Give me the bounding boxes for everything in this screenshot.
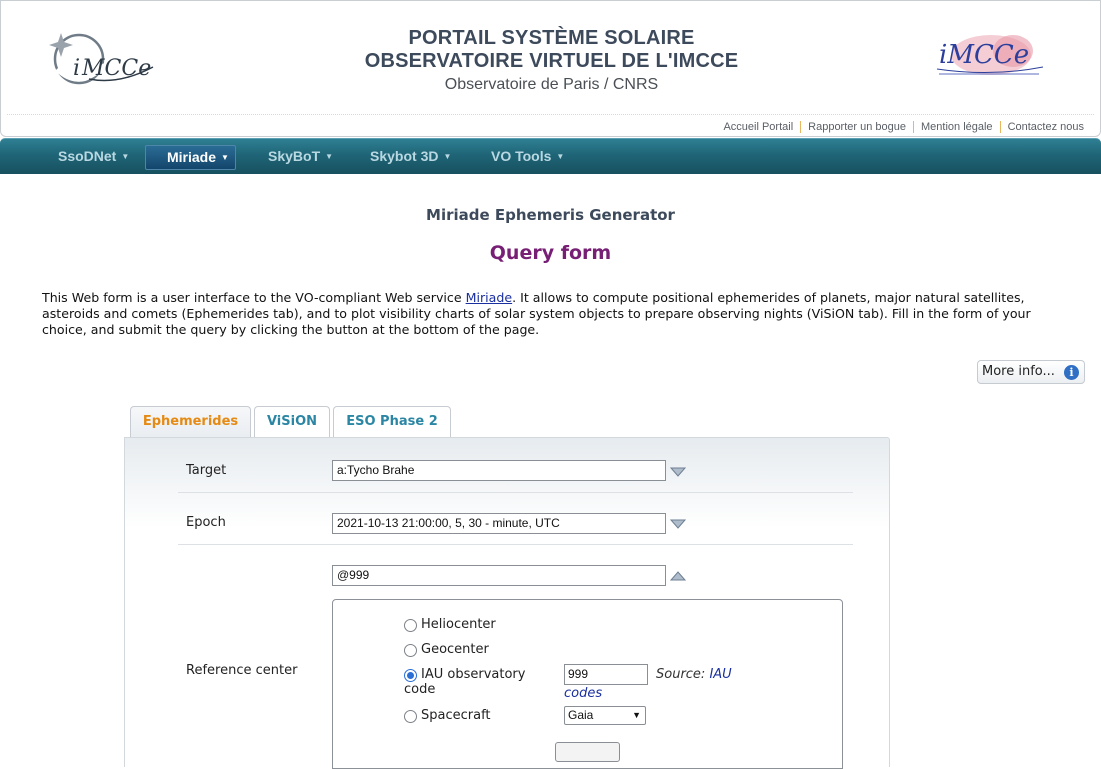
spacecraft-select[interactable]: Gaia ▼ — [564, 706, 646, 725]
header-divider — [7, 114, 1094, 116]
caret-down-icon: ▼ — [443, 152, 452, 161]
target-label: Target — [186, 463, 227, 478]
radio-geocenter[interactable]: Geocenter — [404, 642, 489, 657]
radio-button[interactable] — [404, 710, 417, 723]
main-navbar: SsoDNet ▼ Miriade ▼ SkyBoT ▼ Skybot 3D ▼ VO … — [0, 138, 1101, 174]
miriade-link[interactable]: Miriade — [466, 290, 513, 305]
iau-codes-link[interactable]: codes — [564, 686, 602, 701]
radio-label: IAU observatory code — [404, 667, 526, 697]
caret-down-icon: ▼ — [556, 152, 565, 161]
svg-text:iMCCe: iMCCe — [939, 40, 1029, 70]
radio-button[interactable] — [404, 644, 417, 657]
link-accueil-portail[interactable]: Accueil Portail — [716, 121, 800, 133]
radio-label: Heliocenter — [421, 617, 496, 632]
caret-down-icon: ▼ — [221, 153, 229, 162]
spacecraft-selected-value: Gaia — [568, 708, 594, 722]
reference-center-label: Reference center — [186, 663, 298, 678]
tab-vision[interactable]: ViSiON — [254, 406, 330, 438]
nav-item-label: Miriade — [167, 149, 217, 165]
collapse-up-icon[interactable] — [670, 570, 686, 582]
iau-codes-link[interactable]: IAU — [709, 667, 731, 682]
intro-text: This Web form is a user interface to the… — [42, 290, 466, 305]
site-header: i MCCe PORTAIL SYSTÈME SOLAIRE OBSERVATO… — [0, 0, 1101, 137]
row-divider — [178, 544, 853, 545]
tab-eso-phase-2[interactable]: ESO Phase 2 — [333, 406, 451, 438]
intro-paragraph: This Web form is a user interface to the… — [42, 290, 1067, 338]
epoch-label: Epoch — [186, 515, 226, 530]
link-mention-legale[interactable]: Mention légale — [914, 121, 1000, 133]
nav-item-vo-tools[interactable]: VO Tools ▼ — [478, 145, 574, 170]
expand-down-icon[interactable] — [670, 466, 686, 478]
chevron-down-icon: ▼ — [632, 710, 641, 720]
nav-item-label: Skybot 3D — [370, 148, 439, 164]
radio-iau-observatory-code[interactable]: IAU observatory code — [404, 667, 525, 697]
nav-item-label: SsoDNet — [58, 148, 117, 164]
more-info-label: More info... — [982, 364, 1055, 379]
radio-spacecraft[interactable]: Spacecraft — [404, 708, 491, 723]
nav-item-miriade[interactable]: Miriade ▼ — [145, 145, 236, 170]
imcce-institute-logo[interactable]: iMCCe — [931, 27, 1049, 85]
radio-button-checked[interactable] — [404, 669, 417, 682]
nav-item-label: SkyBoT — [268, 148, 321, 164]
update-button[interactable] — [555, 742, 620, 762]
form-title: Query form — [489, 242, 612, 264]
tab-ephemerides[interactable]: Ephemerides — [130, 406, 251, 439]
reference-center-input[interactable]: @999 — [332, 565, 666, 586]
radio-label: Geocenter — [421, 642, 489, 657]
nav-item-skybot[interactable]: SkyBoT ▼ — [255, 145, 343, 170]
caret-down-icon: ▼ — [121, 152, 130, 161]
target-input[interactable]: a:Tycho Brahe — [332, 460, 666, 481]
top-links: Accueil Portail Rapporter un bogue Menti… — [716, 120, 1084, 134]
info-icon: i — [1064, 365, 1079, 380]
radio-heliocenter[interactable]: Heliocenter — [404, 617, 496, 632]
iau-code-input[interactable]: 999 — [564, 664, 648, 685]
link-rapporter-bogue[interactable]: Rapporter un bogue — [801, 121, 913, 133]
more-info-button[interactable]: More info... i — [977, 360, 1085, 384]
radio-button[interactable] — [404, 619, 417, 632]
nav-item-skybot-3d[interactable]: Skybot 3D ▼ — [357, 145, 461, 170]
row-divider — [178, 492, 853, 493]
radio-label: Spacecraft — [421, 708, 491, 723]
nav-item-label: VO Tools — [491, 148, 552, 164]
expand-down-icon[interactable] — [670, 518, 686, 530]
app-title: Miriade Ephemeris Generator — [426, 206, 675, 224]
link-contactez-nous[interactable]: Contactez nous — [1001, 121, 1084, 133]
epoch-input[interactable]: 2021-10-13 21:00:00, 5, 30 - minute, UTC — [332, 513, 666, 534]
source-note: Source: IAU — [656, 667, 732, 682]
nav-item-ssodnet[interactable]: SsoDNet ▼ — [45, 145, 139, 170]
caret-down-icon: ▼ — [325, 152, 334, 161]
